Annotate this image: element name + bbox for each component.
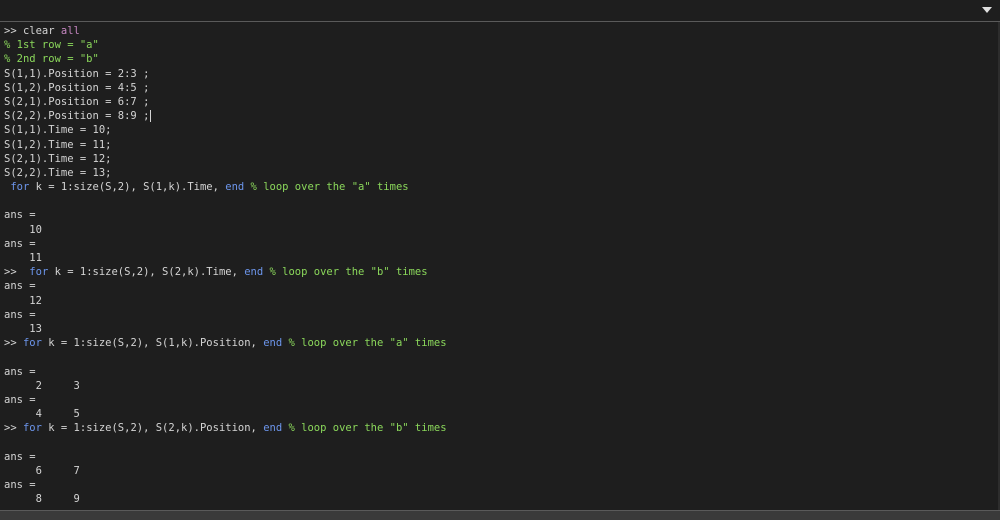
console-line: 12	[4, 294, 992, 308]
console-token: S(2,2).Time = 13;	[4, 166, 112, 179]
console-token: >>	[4, 266, 30, 279]
console-token: 8 9	[4, 493, 80, 506]
console-token: S(1,1).Position = 2:3 ;	[4, 67, 150, 80]
console-token: for	[22, 422, 42, 435]
console-token: end	[225, 181, 245, 194]
console-token: S(1,2).Position = 4:5 ;	[4, 81, 150, 94]
console-line: 13	[4, 322, 992, 336]
console-line: 6 7	[4, 464, 992, 478]
console-token: ans =	[4, 308, 36, 321]
console-line: ans =	[4, 308, 992, 322]
console-line: >> clear all	[4, 24, 992, 38]
console-token: % 2nd row = "b"	[4, 53, 99, 66]
console-token: end	[263, 337, 283, 350]
console-token: % loop over the "b" times	[263, 266, 428, 279]
console-token: k = 1:size(S,2), S(2,k).Position,	[41, 422, 264, 435]
console-line: >> for k = 1:size(S,2), S(2,k).Time, end…	[4, 265, 992, 279]
console-token: k = 1:size(S,2), S(2,k).Time,	[48, 266, 245, 279]
console-line: 10	[4, 223, 992, 237]
console-token: ans =	[4, 393, 36, 406]
console-line: >> for k = 1:size(S,2), S(1,k).Position,…	[4, 336, 992, 350]
console-token: % loop over the "b" times	[282, 422, 447, 435]
console-token: ans =	[4, 237, 36, 250]
console-token: 4 5	[4, 408, 80, 421]
console-token: 6 7	[4, 464, 80, 477]
console-token: ans =	[4, 280, 36, 293]
console-token: for	[10, 181, 30, 194]
console-line: % 2nd row = "b"	[4, 52, 992, 66]
console-line: for k = 1:size(S,2), S(1,k).Time, end % …	[4, 180, 992, 194]
console-token: all	[60, 25, 80, 37]
console-token: ans =	[4, 209, 36, 222]
console-token: 13	[4, 322, 42, 335]
status-bar	[0, 510, 1000, 520]
console-line: S(2,1).Position = 6:7 ;	[4, 95, 992, 109]
console-token: 12	[4, 294, 42, 307]
console-token: % loop over the "a" times	[282, 337, 447, 350]
console-token: 2 3	[4, 379, 80, 392]
console-token: ans =	[4, 365, 36, 378]
console-token: S(2,2).Position = 8:9 ;	[4, 110, 150, 123]
chevron-down-icon[interactable]	[980, 3, 994, 17]
console-token: S(2,1).Time = 12;	[4, 152, 112, 165]
console-token: ans =	[4, 450, 36, 463]
console-line: 8 9	[4, 492, 992, 506]
console-line: S(1,2).Position = 4:5 ;	[4, 81, 992, 95]
console-token: end	[244, 266, 264, 279]
console-token: >> clear	[4, 25, 61, 37]
console-token: ans =	[4, 479, 36, 491]
console-token: S(2,1).Position = 6:7 ;	[4, 95, 150, 108]
console-line: S(2,2).Time = 13;	[4, 166, 992, 180]
console-token: % loop over the "a" times	[244, 181, 409, 194]
console-token: 10	[4, 223, 42, 236]
console-token: k = 1:size(S,2), S(1,k).Time,	[29, 181, 226, 194]
console-token: for	[29, 266, 49, 279]
console-token: S(1,2).Time = 11;	[4, 138, 112, 151]
console-line: S(1,1).Time = 10;	[4, 123, 992, 137]
console-line: S(2,1).Time = 12;	[4, 152, 992, 166]
toolbar	[0, 0, 1000, 22]
console-token: k = 1:size(S,2), S(1,k).Position,	[41, 337, 264, 350]
console-line: 4 5	[4, 407, 992, 421]
console-token: % 1st row = "a"	[4, 39, 99, 52]
console-line: S(2,2).Position = 8:9 ;	[4, 109, 992, 123]
console-line: ans =	[4, 279, 992, 293]
console-token: >>	[4, 422, 23, 435]
console-line: 11	[4, 251, 992, 265]
console-token: end	[263, 422, 283, 435]
console-line: % 1st row = "a"	[4, 38, 992, 52]
console-line: ans =	[4, 208, 992, 222]
console-line: S(1,2).Time = 11;	[4, 138, 992, 152]
console-line: ans =	[4, 393, 992, 407]
console-token: S(1,1).Time = 10;	[4, 124, 112, 137]
console-line: 2 3	[4, 379, 992, 393]
console-line: ans =	[4, 450, 992, 464]
console-line: ans =	[4, 365, 992, 379]
command-window[interactable]: >> clear all% 1st row = "a"% 2nd row = "…	[0, 24, 996, 510]
console-line: >> for k = 1:size(S,2), S(2,k).Position,…	[4, 421, 992, 435]
text-caret	[150, 110, 152, 123]
console-token: >>	[4, 337, 23, 350]
console-line: ans =	[4, 237, 992, 251]
console-line: S(1,1).Position = 2:3 ;	[4, 67, 992, 81]
console-token: for	[22, 337, 42, 350]
console-line: ans =	[4, 478, 992, 492]
console-token: 11	[4, 252, 42, 264]
